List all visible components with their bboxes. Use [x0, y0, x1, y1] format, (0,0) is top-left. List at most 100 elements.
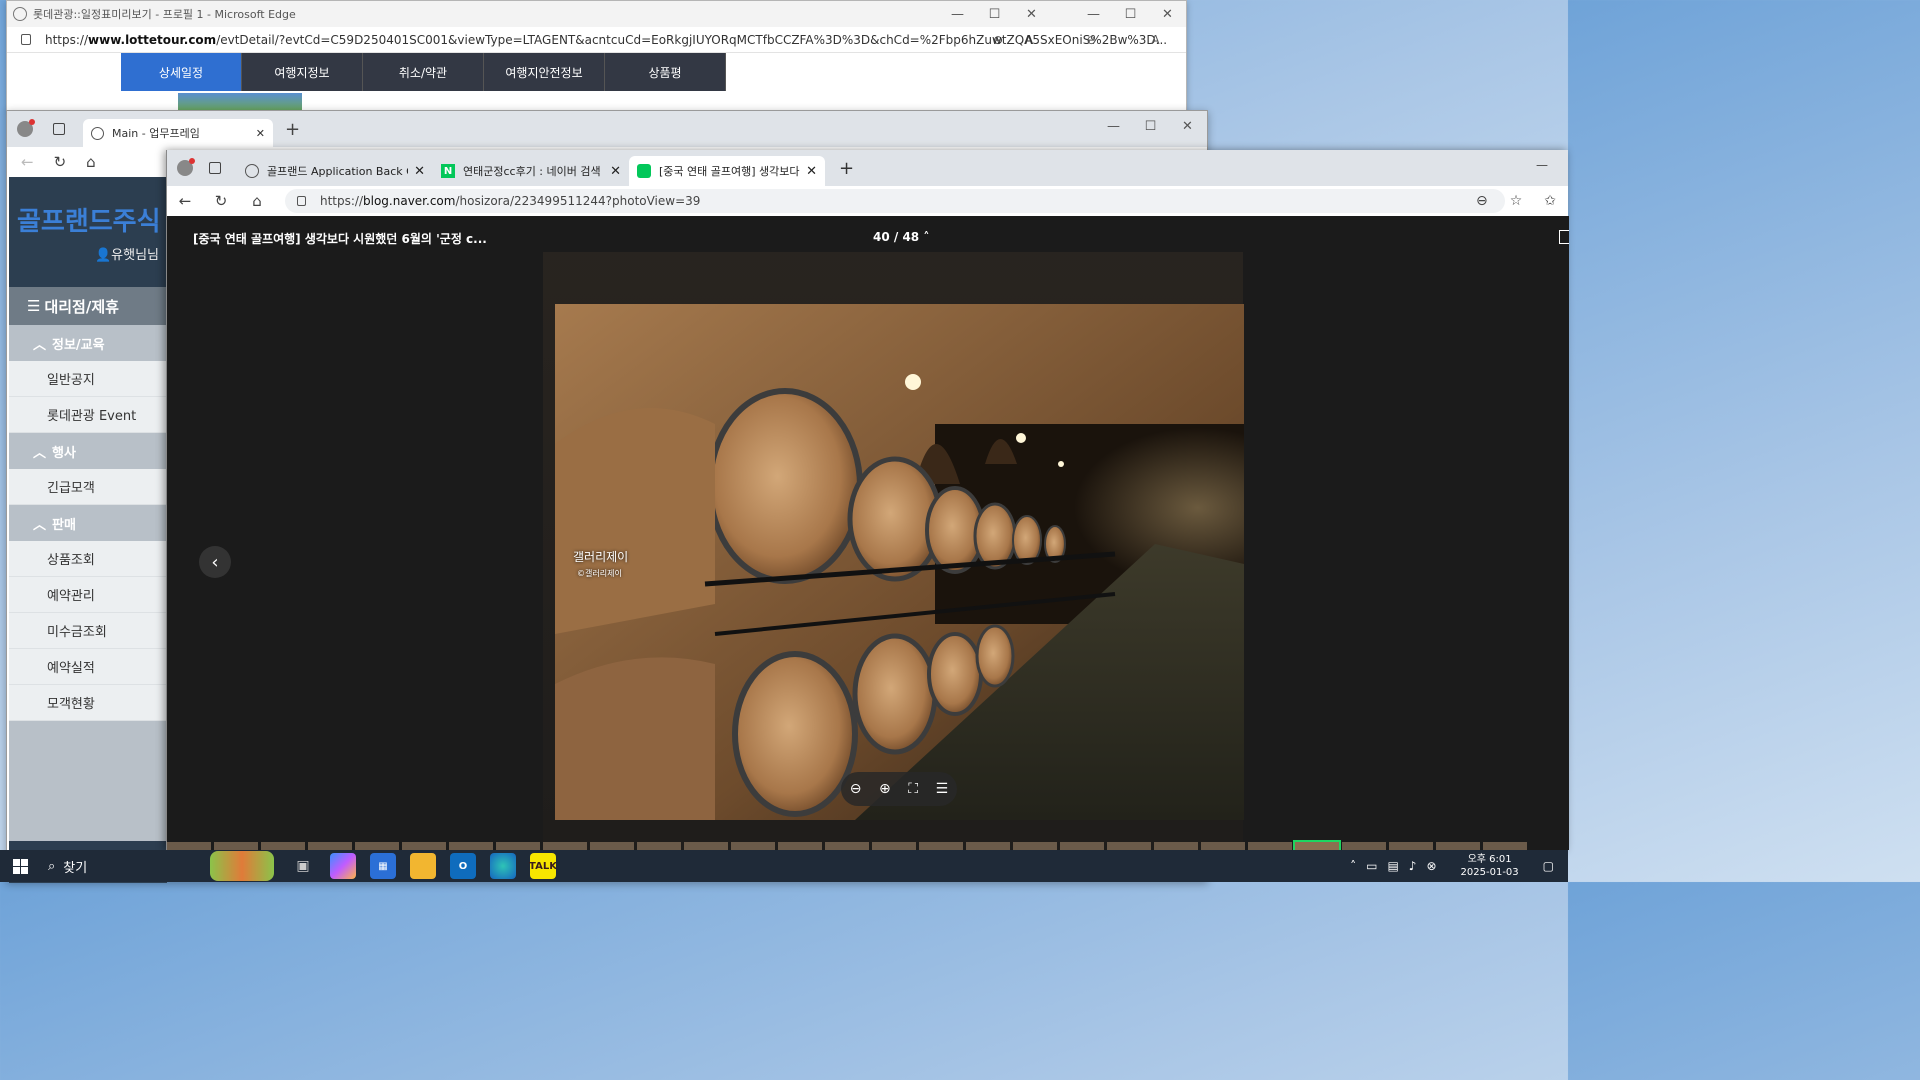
- sidebar-item-results[interactable]: 예약실적: [9, 649, 167, 685]
- thumbnail[interactable]: [449, 842, 493, 850]
- new-tab-icon[interactable]: +: [285, 119, 300, 140]
- file-explorer-icon[interactable]: [410, 853, 436, 879]
- thumbnail[interactable]: [543, 842, 587, 850]
- share-icon[interactable]: [1559, 230, 1569, 244]
- close-tab-icon[interactable]: ✕: [256, 127, 265, 140]
- caption-icon[interactable]: ☰: [936, 781, 949, 797]
- task-view-icon[interactable]: ▣: [290, 853, 316, 879]
- kakaotalk-icon[interactable]: TALK: [529, 853, 557, 879]
- network-icon[interactable]: ▤: [1387, 859, 1398, 873]
- lotte-address-bar[interactable]: https://www.lottetour.com/evtDetail/?evt…: [7, 27, 1186, 53]
- store-icon[interactable]: ▦: [370, 853, 396, 879]
- main-tab[interactable]: Main - 업무프레임 ✕: [83, 119, 273, 147]
- sidebar-item-product-search[interactable]: 상품조회: [9, 541, 167, 577]
- clock[interactable]: 오후 6:01 2025-01-03: [1461, 853, 1519, 879]
- chevron-up-icon[interactable]: ˄: [1350, 859, 1356, 873]
- tab-detail-schedule[interactable]: 상세일정: [121, 53, 242, 91]
- tab-naver-search[interactable]: N 연태군정cc후기 : 네이버 검색 ✕: [433, 156, 629, 186]
- fullscreen-icon[interactable]: ⛶: [908, 781, 918, 797]
- tab-blog[interactable]: [중국 연태 골프여행] 생각보다 시 ✕: [629, 156, 825, 186]
- maximize-icon[interactable]: ☐: [976, 1, 1013, 27]
- sidebar-item-urgent[interactable]: 긴급모객: [9, 469, 167, 505]
- zoom-out-icon[interactable]: ⊖: [1476, 193, 1488, 209]
- volume-icon[interactable]: ♪: [1409, 859, 1417, 873]
- thumbnail[interactable]: [919, 842, 963, 850]
- favorite-star-icon[interactable]: ☆: [1510, 193, 1523, 209]
- wine-cellar-photo[interactable]: 갤러리제이 ©갤러리제이 ⊖ ⊕ ⛶ ☰: [555, 304, 1244, 820]
- sidebar-group-sales[interactable]: ︿ 판매: [9, 505, 167, 541]
- minimize-icon[interactable]: —: [1095, 113, 1132, 139]
- thumbnail[interactable]: [684, 842, 728, 850]
- refresh-icon[interactable]: ↻: [54, 153, 67, 171]
- workspaces-icon[interactable]: [209, 162, 221, 174]
- thumbnail[interactable]: [1248, 842, 1292, 850]
- status-icon[interactable]: ⊗: [1426, 859, 1436, 873]
- close-tab-icon[interactable]: ✕: [806, 164, 817, 179]
- new-tab-icon[interactable]: +: [839, 158, 854, 179]
- thumbnail[interactable]: [1389, 842, 1433, 850]
- thumbnail[interactable]: [731, 842, 775, 850]
- sidebar-item-reservation[interactable]: 예약관리: [9, 577, 167, 613]
- thumbnail[interactable]: [872, 842, 916, 850]
- outlook-icon[interactable]: O: [450, 853, 476, 879]
- thumbnail[interactable]: [1201, 842, 1245, 850]
- thumbnail-selected[interactable]: [1293, 840, 1341, 852]
- thumbnail[interactable]: [966, 842, 1010, 850]
- sidebar-item-receivables[interactable]: 미수금조회: [9, 613, 167, 649]
- back-icon[interactable]: ←: [167, 192, 203, 210]
- photo-counter[interactable]: 40 / 48 ˄: [873, 230, 929, 244]
- edge-icon[interactable]: [490, 853, 516, 879]
- minimize-icon[interactable]: —: [1075, 1, 1112, 27]
- minimize-icon[interactable]: —: [1536, 158, 1548, 172]
- sidebar-item-recruitment[interactable]: 모객현황: [9, 685, 167, 721]
- thumbnail[interactable]: [637, 842, 681, 850]
- tab-cancel-terms[interactable]: 취소/약관: [363, 53, 484, 91]
- thumbnail[interactable]: [261, 842, 305, 850]
- thumbnail[interactable]: [778, 842, 822, 850]
- thumbnail[interactable]: [1060, 842, 1104, 850]
- tab-safety-info[interactable]: 여행지안전정보: [484, 53, 605, 91]
- close-icon[interactable]: ✕: [1013, 1, 1050, 27]
- thumbnail[interactable]: [1154, 842, 1198, 850]
- zoom-out-icon[interactable]: ⊖: [993, 33, 1003, 47]
- maximize-icon[interactable]: ☐: [1132, 113, 1169, 139]
- zoom-out-icon[interactable]: ⊖: [1086, 33, 1096, 47]
- tab-back-office[interactable]: 골프랜드 Application Back Office ✕: [237, 156, 433, 186]
- sidebar-group-event[interactable]: ︿ 행사: [9, 433, 167, 469]
- favorites-icon[interactable]: ✩: [1544, 193, 1556, 209]
- thumbnail[interactable]: [402, 842, 446, 850]
- profile-icon[interactable]: [177, 158, 195, 176]
- tab-destination-info[interactable]: 여행지정보: [242, 53, 363, 91]
- thumbnail[interactable]: [1483, 842, 1527, 850]
- maximize-icon[interactable]: ☐: [1112, 1, 1149, 27]
- minimize-icon[interactable]: —: [939, 1, 976, 27]
- workspaces-icon[interactable]: [53, 123, 65, 135]
- url-text[interactable]: https://blog.naver.com/hosizora/22349951…: [320, 194, 700, 208]
- home-icon[interactable]: ⌂: [239, 192, 275, 210]
- thumbnail[interactable]: [355, 842, 399, 850]
- thumbnail[interactable]: [1436, 842, 1480, 850]
- thumbnail[interactable]: [825, 842, 869, 850]
- close-tab-icon[interactable]: ✕: [610, 164, 621, 179]
- start-button[interactable]: [0, 858, 40, 874]
- meet-now-icon[interactable]: ▭: [1366, 859, 1377, 873]
- thumbnail[interactable]: [1342, 842, 1386, 850]
- previous-photo-button[interactable]: ‹: [199, 546, 231, 578]
- home-icon[interactable]: ⌂: [86, 153, 96, 171]
- thumbnail[interactable]: [1013, 842, 1057, 850]
- notification-icon[interactable]: ▢: [1543, 859, 1554, 873]
- thumbnail[interactable]: [1107, 842, 1151, 850]
- search-highlight-image[interactable]: [210, 851, 274, 881]
- close-icon[interactable]: ✕: [1169, 113, 1206, 139]
- sidebar-section-agency[interactable]: ☰ 대리점/제휴: [9, 287, 167, 325]
- thumbnail[interactable]: [214, 842, 258, 850]
- sidebar-item-notice[interactable]: 일반공지: [9, 361, 167, 397]
- address-bar[interactable]: https://blog.naver.com/hosizora/22349951…: [285, 189, 1505, 213]
- read-aloud-icon[interactable]: A: [1025, 33, 1033, 47]
- thumbnail[interactable]: [167, 842, 211, 850]
- zoom-in-icon[interactable]: ⊕: [879, 781, 891, 797]
- copilot-icon[interactable]: [330, 853, 356, 879]
- thumbnail[interactable]: [590, 842, 634, 850]
- taskbar-search[interactable]: ⌕ 찾기: [40, 852, 200, 880]
- sidebar-group-info[interactable]: ︿ 정보/교육: [9, 325, 167, 361]
